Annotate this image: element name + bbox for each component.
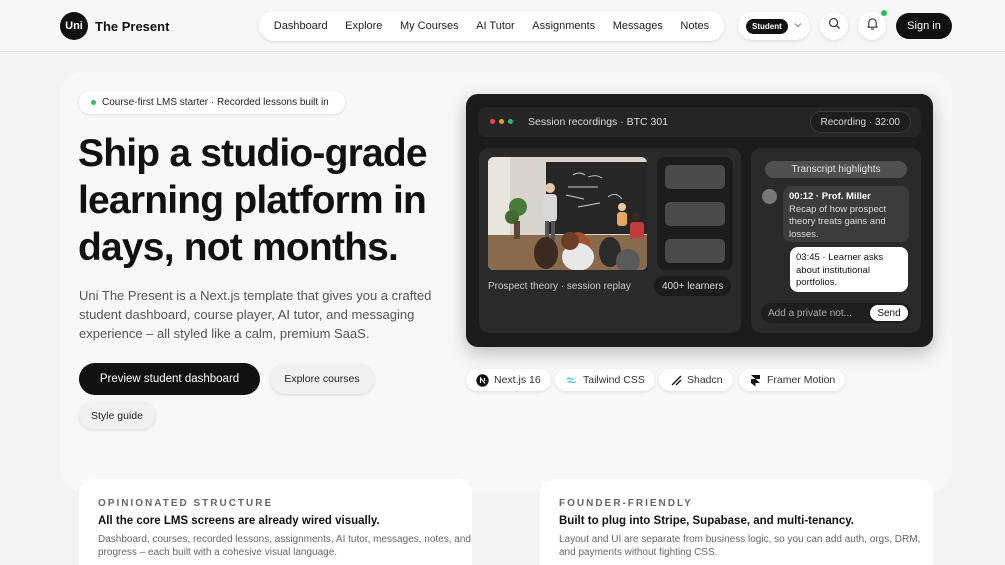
transcript-panel: Transcript highlights 00:12 · Prof. Mill… [751, 148, 921, 333]
feature-kicker: OPINIONATED STRUCTURE [98, 498, 274, 509]
tech-chip-label: Shadcn [687, 374, 723, 386]
tech-chip-label: Next.js 16 [494, 374, 541, 386]
transcript-title: Transcript highlights [765, 161, 907, 178]
window-dot-green [508, 119, 513, 124]
recording-preview-card: Session recordings · BTC 301 Recording ·… [466, 94, 933, 347]
tech-chip-shadcn: Shadcn [659, 369, 733, 391]
private-note-field: Send [761, 303, 911, 323]
thumbnail-2[interactable] [665, 202, 725, 226]
style-guide-button[interactable]: Style guide [79, 402, 155, 429]
nav-item-messages[interactable]: Messages [613, 20, 663, 32]
hero-badge: Course-first LMS starter · Recorded less… [79, 91, 345, 114]
hero-title: Ship a studio-grade learning platform in… [78, 132, 428, 269]
nav-item-my-courses[interactable]: My Courses [400, 20, 459, 32]
transcript-message-2: 03:45 · Learner asks about institutional… [790, 247, 908, 292]
framer-icon [749, 374, 762, 387]
feature-kicker: FOUNDER-FRIENDLY [559, 498, 693, 509]
video-caption: Prospect theory · session replay [488, 281, 631, 292]
tech-chip-nextjs: Next.js 16 [466, 369, 551, 391]
feature-title: Built to plug into Stripe, Supabase, and… [559, 515, 854, 527]
brand[interactable]: Uni The Present [60, 12, 169, 40]
tailwind-icon [565, 374, 578, 387]
avatar [762, 189, 777, 204]
nav-item-assignments[interactable]: Assignments [532, 20, 595, 32]
private-note-input[interactable] [768, 307, 868, 319]
window-dot-red [490, 119, 495, 124]
nav-item-explore[interactable]: Explore [345, 20, 382, 32]
search-button[interactable] [820, 12, 848, 40]
brand-name: The Present [95, 18, 170, 34]
message-1-text: Recap of how prospect theory treats gain… [789, 203, 887, 240]
nav-item-notes[interactable]: Notes [680, 20, 709, 32]
feature-card-founder: FOUNDER-FRIENDLY Built to plug into Stri… [540, 479, 933, 565]
role-badge: Student [746, 18, 788, 34]
hero-description: Uni The Present is a Next.js template th… [79, 288, 432, 341]
status-dot [91, 100, 96, 105]
feature-description: Dashboard, courses, recorded lessons, as… [98, 534, 471, 558]
nav-item-ai-tutor[interactable]: AI Tutor [476, 20, 515, 32]
recording-title: Session recordings · BTC 301 [528, 116, 669, 128]
video-player: Prospect theory · session replay 400+ le… [479, 148, 741, 333]
tech-chip-tailwind: Tailwind CSS [555, 369, 655, 391]
tech-chip-framer: Framer Motion [739, 369, 846, 391]
bell-icon [866, 17, 879, 35]
feature-card-structure: OPINIONATED STRUCTURE All the core LMS s… [79, 479, 472, 565]
tech-chip-label: Tailwind CSS [583, 374, 645, 386]
thumbnail-strip [657, 157, 733, 270]
explore-courses-button[interactable]: Explore courses [270, 364, 374, 394]
chevron-down-icon [794, 21, 802, 31]
classroom-video-image [488, 157, 647, 270]
window-dot-yellow [499, 119, 504, 124]
thumbnail-1[interactable] [665, 165, 725, 189]
sign-in-button[interactable]: Sign in [896, 13, 952, 39]
brand-logo: Uni [60, 12, 88, 40]
nextjs-icon [476, 373, 489, 387]
role-selector[interactable]: Student [738, 12, 810, 40]
send-button[interactable]: Send [870, 305, 908, 321]
recording-header: Session recordings · BTC 301 Recording ·… [478, 107, 921, 137]
tech-chip-label: Framer Motion [767, 374, 836, 386]
main-nav: Dashboard Explore My Courses AI Tutor As… [259, 11, 724, 41]
window-dots [490, 119, 513, 124]
transcript-message-1: 00:12 · Prof. Miller Recap of how prospe… [783, 186, 909, 242]
nav-item-dashboard[interactable]: Dashboard [274, 20, 328, 32]
preview-dashboard-button[interactable]: Preview student dashboard [79, 363, 260, 395]
feature-description: Layout and UI are separate from business… [559, 534, 921, 558]
feature-title: All the core LMS screens are already wir… [98, 515, 380, 527]
search-icon [828, 17, 841, 35]
notification-dot [881, 10, 887, 16]
shadcn-icon [669, 374, 682, 387]
recording-status: Recording · 32:00 [809, 111, 911, 133]
notifications-button[interactable] [858, 12, 886, 40]
learners-badge: 400+ learners [654, 276, 732, 296]
message-1-time: 00:12 · Prof. Miller [789, 191, 871, 202]
video-frame[interactable] [488, 157, 647, 270]
thumbnail-3[interactable] [665, 239, 725, 263]
hero-badge-text: Course-first LMS starter · Recorded less… [102, 97, 329, 108]
